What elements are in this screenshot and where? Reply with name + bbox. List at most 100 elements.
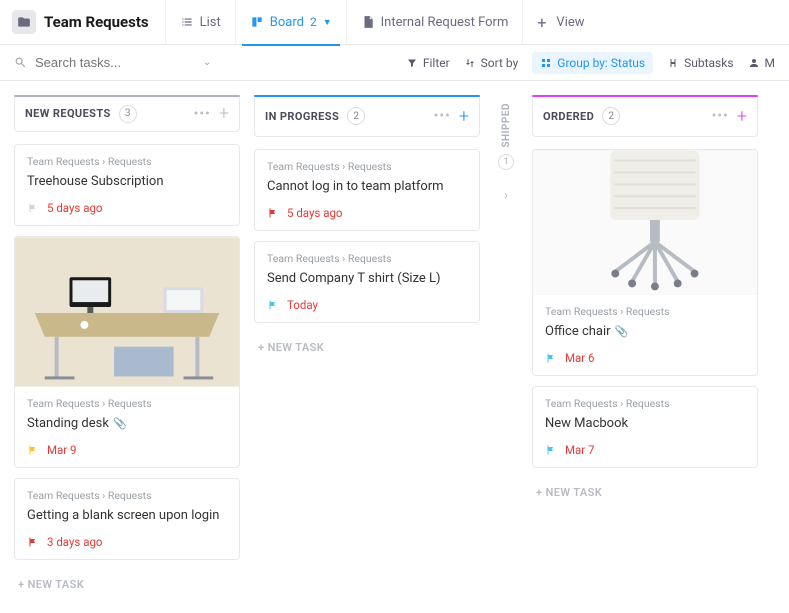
breadcrumb: Team Requests › Requests <box>27 489 227 502</box>
folder-icon <box>12 10 36 34</box>
chevron-down-icon[interactable]: ⌄ <box>203 57 211 68</box>
more-icon[interactable]: ••• <box>434 108 451 124</box>
flag-icon <box>545 444 557 456</box>
card-title: Standing desk📎 <box>27 416 227 433</box>
task-card[interactable]: Team Requests › Requests Cannot log in t… <box>254 149 480 231</box>
add-card-button[interactable]: + <box>737 106 747 127</box>
column-shipped-collapsed[interactable]: SHIPPED 1 › <box>494 95 518 599</box>
me-label: M <box>765 56 775 70</box>
task-card[interactable]: Team Requests › Requests Send Company T … <box>254 241 480 323</box>
subtasks-button[interactable]: Subtasks <box>667 56 733 70</box>
breadcrumb: Team Requests › Requests <box>545 305 745 318</box>
tab-add-view[interactable]: + View <box>522 0 598 45</box>
card-date: Mar 9 <box>47 443 77 457</box>
more-icon[interactable]: ••• <box>712 108 729 124</box>
filter-button[interactable]: Filter <box>406 56 450 70</box>
header-bar: Team Requests List Board 2 ▼ Internal Re… <box>0 0 789 45</box>
more-icon[interactable]: ••• <box>194 106 211 122</box>
form-icon <box>361 15 375 29</box>
column-title: ORDERED <box>543 110 594 123</box>
sortby-label: Sort by <box>481 56 519 70</box>
filter-label: Filter <box>423 56 450 70</box>
chevron-right-icon[interactable]: › <box>504 188 508 202</box>
flag-icon <box>27 536 39 548</box>
column-in-progress: IN PROGRESS 2 ••• + Team Requests › Requ… <box>254 95 480 599</box>
task-card[interactable]: Team Requests › Requests Office chair📎 M… <box>532 149 758 376</box>
new-task-button[interactable]: + NEW TASK <box>532 478 758 507</box>
column-header-progress[interactable]: IN PROGRESS 2 ••• + <box>254 95 480 137</box>
attachment-icon: 📎 <box>615 325 629 338</box>
card-image-chair <box>533 150 757 295</box>
filter-icon <box>406 57 418 69</box>
tab-form-label: Internal Request Form <box>381 15 509 30</box>
card-date: 5 days ago <box>287 206 342 220</box>
attachment-icon: 📎 <box>113 417 127 430</box>
column-count: 1 <box>498 154 514 170</box>
search-input[interactable] <box>35 55 165 70</box>
card-image-desk <box>15 237 239 387</box>
tab-form[interactable]: Internal Request Form <box>346 0 523 45</box>
me-button[interactable]: M <box>748 56 775 70</box>
tab-board-count: 2 <box>310 15 317 29</box>
list-icon <box>180 15 194 29</box>
subtasks-icon <box>667 57 679 69</box>
groupby-label: Group by: Status <box>557 56 645 70</box>
column-ordered: ORDERED 2 ••• + <box>532 95 758 599</box>
view-tabs: List Board 2 ▼ Internal Request Form + V… <box>165 0 599 45</box>
task-card[interactable]: Team Requests › Requests Standing desk📎 … <box>14 236 240 468</box>
chevron-down-icon: ▼ <box>323 17 332 28</box>
breadcrumb: Team Requests › Requests <box>27 397 227 410</box>
add-card-button[interactable]: + <box>459 106 469 127</box>
card-title: Getting a blank screen upon login <box>27 508 227 525</box>
flag-icon <box>545 352 557 364</box>
column-count: 2 <box>347 107 365 125</box>
add-card-button[interactable]: + <box>219 103 229 124</box>
card-date: Today <box>287 298 318 312</box>
board: NEW REQUESTS 3 ••• + Team Requests › Req… <box>0 81 789 613</box>
new-task-button[interactable]: + NEW TASK <box>14 570 240 599</box>
card-date: 5 days ago <box>47 201 102 215</box>
card-title: Treehouse Subscription <box>27 174 227 191</box>
toolbar-right: Filter Sort by Group by: Status Subtasks… <box>406 52 775 74</box>
breadcrumb: Team Requests › Requests <box>27 155 227 168</box>
group-icon <box>540 57 552 69</box>
page-title: Team Requests <box>44 13 149 31</box>
card-date: Mar 7 <box>565 443 595 457</box>
new-task-button[interactable]: + NEW TASK <box>254 333 480 362</box>
toolbar: ⌄ Filter Sort by Group by: Status Subtas… <box>0 45 789 81</box>
plus-icon: + <box>537 13 546 32</box>
column-count: 3 <box>119 105 137 123</box>
card-title: Cannot log in to team platform <box>267 179 467 196</box>
tab-board[interactable]: Board 2 ▼ <box>235 0 346 45</box>
card-title: Send Company T shirt (Size L) <box>267 271 467 288</box>
subtasks-label: Subtasks <box>684 56 733 70</box>
breadcrumb: Team Requests › Requests <box>267 160 467 173</box>
breadcrumb: Team Requests › Requests <box>545 397 745 410</box>
flag-icon <box>27 444 39 456</box>
groupby-button[interactable]: Group by: Status <box>532 52 653 74</box>
sortby-button[interactable]: Sort by <box>464 56 519 70</box>
column-title-vertical: SHIPPED <box>501 103 512 148</box>
column-actions: ••• + <box>194 103 229 124</box>
flag-icon <box>267 207 279 219</box>
flag-icon <box>27 202 39 214</box>
card-date: Mar 6 <box>565 351 595 365</box>
column-title: IN PROGRESS <box>265 110 339 123</box>
column-title: NEW REQUESTS <box>25 107 111 120</box>
column-header-ordered[interactable]: ORDERED 2 ••• + <box>532 95 758 137</box>
tab-board-label: Board <box>270 15 304 30</box>
flag-icon <box>267 299 279 311</box>
search-icon <box>14 56 27 69</box>
task-card[interactable]: Team Requests › Requests Treehouse Subsc… <box>14 144 240 226</box>
breadcrumb: Team Requests › Requests <box>267 252 467 265</box>
tab-list[interactable]: List <box>165 0 235 45</box>
task-card[interactable]: Team Requests › Requests New Macbook Mar… <box>532 386 758 468</box>
column-header-new[interactable]: NEW REQUESTS 3 ••• + <box>14 95 240 132</box>
tab-list-label: List <box>200 15 221 30</box>
task-card[interactable]: Team Requests › Requests Getting a blank… <box>14 478 240 560</box>
card-title: New Macbook <box>545 416 745 433</box>
sort-icon <box>464 57 476 69</box>
card-date: 3 days ago <box>47 535 102 549</box>
card-title: Office chair📎 <box>545 324 745 341</box>
board-icon <box>250 15 264 29</box>
